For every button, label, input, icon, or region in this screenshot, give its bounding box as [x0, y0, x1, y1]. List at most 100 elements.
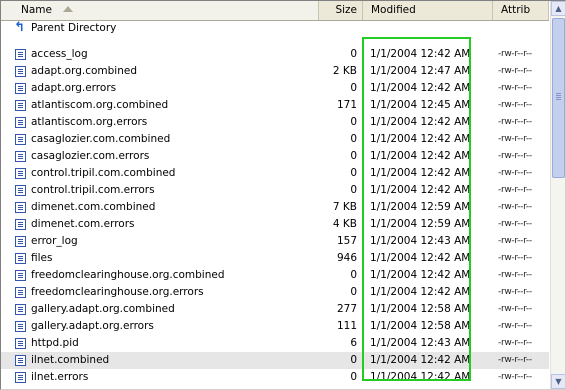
- file-attrib: -rw-r--r--: [498, 372, 532, 382]
- file-name: ilnet.errors: [31, 371, 89, 383]
- file-row[interactable]: files 946 1/1/2004 12:42 AM -rw-r--r--: [1, 250, 549, 267]
- file-modified: 1/1/2004 12:43 AM: [370, 235, 471, 247]
- file-modified: 1/1/2004 12:42 AM: [370, 184, 471, 196]
- file-name: casaglozier.com.errors: [31, 150, 150, 162]
- file-modified: 1/1/2004 12:42 AM: [370, 269, 471, 281]
- file-attrib: -rw-r--r--: [498, 100, 532, 110]
- file-attrib: -rw-r--r--: [498, 151, 532, 161]
- file-row[interactable]: control.tripil.com.errors 0 1/1/2004 12:42…: [1, 182, 549, 199]
- file-icon: [15, 202, 26, 213]
- file-row[interactable]: adapt.org.errors 0 1/1/2004 12:42 AM -rw-r-…: [1, 80, 549, 97]
- file-modified: 1/1/2004 12:42 AM: [370, 286, 471, 298]
- file-size: 0: [350, 82, 357, 94]
- file-name: files: [31, 252, 53, 264]
- file-icon: [15, 287, 26, 298]
- file-size: 0: [350, 48, 357, 60]
- file-row[interactable]: casaglozier.com.combined 0 1/1/2004 12:42 …: [1, 131, 549, 148]
- file-row[interactable]: casaglozier.com.errors 0 1/1/2004 12:42 AM…: [1, 148, 549, 165]
- scroll-up-button[interactable]: ▲: [551, 1, 565, 16]
- file-name: access_log: [31, 48, 88, 60]
- file-size: 4 KB: [332, 218, 357, 230]
- file-name: httpd.pid: [31, 337, 79, 349]
- file-attrib: -rw-r--r--: [498, 168, 532, 178]
- file-size: 2 KB: [332, 65, 357, 77]
- file-icon: [15, 321, 26, 332]
- column-modified-header[interactable]: Modified: [363, 1, 493, 20]
- file-size: 6: [350, 337, 357, 349]
- file-modified: 1/1/2004 12:42 AM: [370, 48, 471, 60]
- file-icon: [15, 49, 26, 60]
- file-size: 277: [336, 303, 357, 315]
- file-icon: [15, 83, 26, 94]
- file-row[interactable]: gallery.adapt.org.errors 111 1/1/2004 12:5…: [1, 318, 549, 335]
- file-size: 0: [350, 133, 357, 145]
- file-attrib: -rw-r--r--: [498, 270, 532, 280]
- file-row[interactable]: atlantiscom.org.errors 0 1/1/2004 12:42 AM…: [1, 114, 549, 131]
- file-attrib: -rw-r--r--: [498, 49, 532, 59]
- file-attrib: -rw-r--r--: [498, 304, 532, 314]
- parent-directory-label: Parent Directory: [31, 22, 117, 34]
- column-name-header[interactable]: Name: [1, 1, 319, 20]
- file-name: control.tripil.com.errors: [31, 184, 155, 196]
- scroll-thumb[interactable]: [552, 18, 565, 178]
- file-attrib: -rw-r--r--: [498, 321, 532, 331]
- file-icon: [15, 304, 26, 315]
- file-name: adapt.org.errors: [31, 82, 117, 94]
- file-attrib: -rw-r--r--: [498, 338, 532, 348]
- file-row[interactable]: control.tripil.com.combined 0 1/1/2004 12:…: [1, 165, 549, 182]
- file-icon: [15, 219, 26, 230]
- parent-directory-row[interactable]: ↰ Parent Directory: [1, 20, 549, 37]
- scroll-down-button[interactable]: ▼: [551, 374, 565, 389]
- file-attrib: -rw-r--r--: [498, 66, 532, 76]
- file-name: gallery.adapt.org.combined: [31, 303, 175, 315]
- file-name: adapt.org.combined: [31, 65, 137, 77]
- file-row[interactable]: httpd.pid 6 1/1/2004 12:43 AM -rw-r--r--: [1, 335, 549, 352]
- file-size: 0: [350, 354, 357, 366]
- file-row[interactable]: freedomclearinghouse.org.combined 0 1/1/20…: [1, 267, 549, 284]
- file-name: dimenet.com.errors: [31, 218, 135, 230]
- file-row[interactable]: freedomclearinghouse.org.errors 0 1/1/2004…: [1, 284, 549, 301]
- vertical-scrollbar[interactable]: ▲ ▼: [550, 1, 565, 389]
- file-attrib: -rw-r--r--: [498, 134, 532, 144]
- file-icon: [15, 151, 26, 162]
- file-size: 0: [350, 116, 357, 128]
- file-row[interactable]: error_log 157 1/1/2004 12:43 AM -rw-r--r--: [1, 233, 549, 250]
- column-modified-label: Modified: [371, 4, 416, 16]
- column-attrib-label: Attrib: [501, 4, 531, 16]
- file-name: error_log: [31, 235, 78, 247]
- file-attrib: -rw-r--r--: [498, 117, 532, 127]
- file-modified: 1/1/2004 12:42 AM: [370, 150, 471, 162]
- file-row[interactable]: ilnet.combined 0 1/1/2004 12:42 AM -rw-r--r…: [1, 352, 549, 369]
- file-row[interactable]: access_log 0 1/1/2004 12:42 AM -rw-r--r--: [1, 46, 549, 63]
- file-modified: 1/1/2004 12:45 AM: [370, 99, 471, 111]
- file-row[interactable]: dimenet.com.errors 4 KB 1/1/2004 12:59 AM -…: [1, 216, 549, 233]
- file-name: freedomclearinghouse.org.combined: [31, 269, 225, 281]
- file-icon: [15, 355, 26, 366]
- file-size: 0: [350, 184, 357, 196]
- file-size: 0: [350, 371, 357, 383]
- file-row[interactable]: dimenet.com.combined 7 KB 1/1/2004 12:59 A…: [1, 199, 549, 216]
- file-attrib: -rw-r--r--: [498, 236, 532, 246]
- file-name: ilnet.combined: [31, 354, 110, 366]
- file-row[interactable]: ilnet.errors 0 1/1/2004 12:42 AM -rw-r--r--: [1, 369, 549, 386]
- file-icon: [15, 66, 26, 77]
- file-icon: [15, 100, 26, 111]
- file-row[interactable]: gallery.adapt.org.combined 277 1/1/2004 12…: [1, 301, 549, 318]
- file-attrib: -rw-r--r--: [498, 202, 532, 212]
- file-size: 0: [350, 286, 357, 298]
- column-attrib-header[interactable]: Attrib: [493, 1, 549, 20]
- file-icon: [15, 185, 26, 196]
- grip-icon: [556, 93, 561, 94]
- file-modified: 1/1/2004 12:59 AM: [370, 201, 471, 213]
- file-icon: [15, 134, 26, 145]
- file-name: freedomclearinghouse.org.errors: [31, 286, 204, 298]
- column-size-header[interactable]: Size: [319, 1, 363, 20]
- file-size: 171: [336, 99, 357, 111]
- file-row[interactable]: adapt.org.combined 2 KB 1/1/2004 12:47 AM -…: [1, 63, 549, 80]
- up-arrow-icon: ↰: [14, 20, 25, 35]
- column-header: Name Size Modified Attrib: [1, 1, 549, 21]
- file-modified: 1/1/2004 12:42 AM: [370, 82, 471, 94]
- file-icon: [15, 338, 26, 349]
- file-row[interactable]: atlantiscom.org.combined 171 1/1/2004 12:4…: [1, 97, 549, 114]
- file-name: control.tripil.com.combined: [31, 167, 176, 179]
